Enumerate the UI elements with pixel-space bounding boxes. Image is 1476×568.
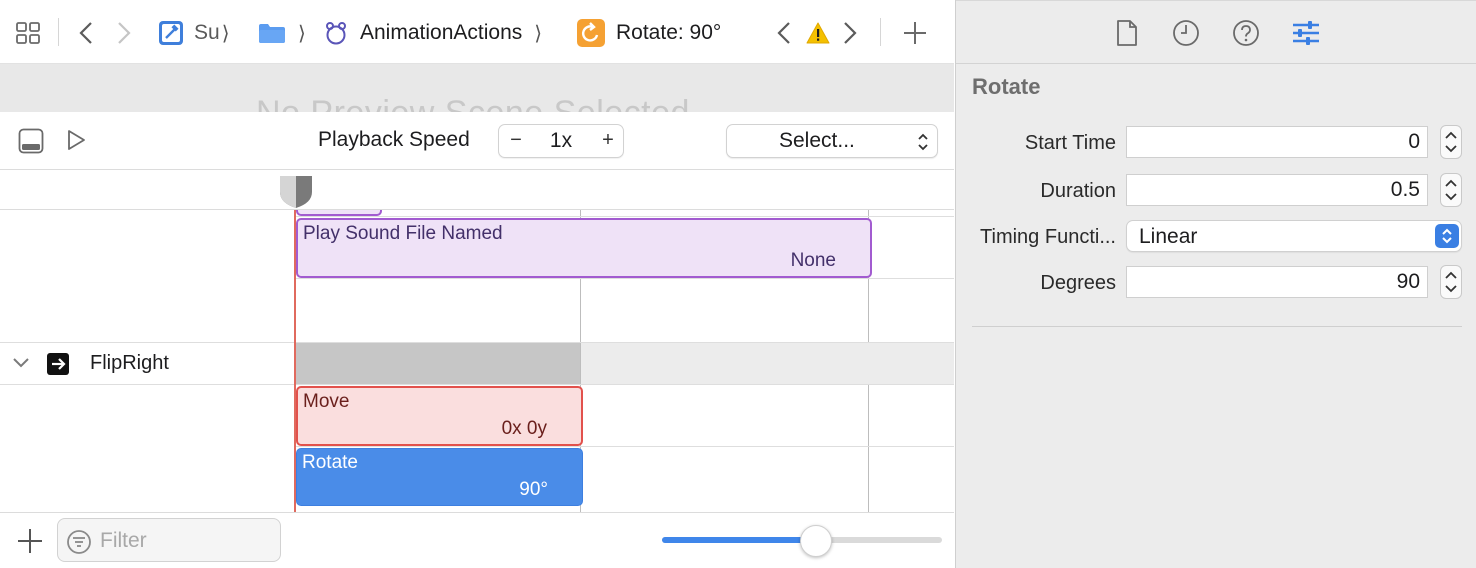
warning-triangle-icon[interactable] xyxy=(806,14,832,52)
previous-issue-chevron-icon[interactable] xyxy=(774,14,796,52)
document-icon xyxy=(1115,19,1139,47)
filter-icon xyxy=(66,529,92,555)
play-sound-value: None xyxy=(790,250,836,271)
breadcrumb-separator-icon: ⟩ xyxy=(221,22,230,45)
folder-icon xyxy=(258,21,286,45)
zoom-slider[interactable] xyxy=(662,525,942,557)
disclosure-chevron-down-icon[interactable] xyxy=(12,357,30,369)
add-action-button[interactable] xyxy=(16,527,44,555)
speed-increase-button[interactable]: + xyxy=(591,125,625,157)
degrees-label: Degrees xyxy=(1040,272,1116,294)
start-time-label: Start Time xyxy=(1024,132,1116,154)
popup-updown-chevron-icon xyxy=(1435,224,1459,248)
preview-panel-icon xyxy=(18,128,44,154)
attributes-inspector: Rotate Start Time 0 Duration 0.5 Timing … xyxy=(955,0,1476,568)
duration-field[interactable]: 0.5 xyxy=(1126,174,1428,206)
toggle-preview-button[interactable] xyxy=(18,128,44,154)
file-inspector-tab[interactable] xyxy=(1111,17,1143,49)
preview-placeholder-text: No Preview Scene Selected xyxy=(256,94,690,112)
clock-icon xyxy=(1172,19,1200,47)
rotate-action-block[interactable]: Rotate 90° xyxy=(296,448,583,506)
flipright-label: FlipRight xyxy=(90,352,169,374)
timing-function-popup[interactable]: Linear xyxy=(1126,220,1462,252)
flipright-group-row[interactable]: FlipRight xyxy=(0,343,294,384)
playback-speed-label: Playback Speed xyxy=(318,128,470,151)
scene-preview-area: No Preview Scene Selected xyxy=(0,64,954,112)
plus-icon xyxy=(16,527,44,555)
flipright-group-span xyxy=(295,343,580,384)
playback-speed-stepper: − 1x + xyxy=(498,124,624,158)
zoom-slider-knob[interactable] xyxy=(800,525,832,557)
degrees-field[interactable]: 90 xyxy=(1126,266,1428,298)
scene-select-popup[interactable]: Select... xyxy=(726,124,938,158)
play-button[interactable] xyxy=(64,128,88,152)
rotate-value: 90° xyxy=(519,479,548,500)
speed-value: 1x xyxy=(549,129,573,152)
breadcrumb-project-label: Su xyxy=(194,21,220,44)
duration-stepper[interactable] xyxy=(1440,173,1462,207)
jump-bar: Su ⟩ ⟩ AnimationActions ⟩ Rotate: 90° xyxy=(0,0,954,64)
filter-placeholder: Filter xyxy=(100,529,147,552)
forward-chevron-icon[interactable] xyxy=(114,14,136,52)
question-mark-icon xyxy=(1232,19,1260,47)
popup-updown-chevron-icon xyxy=(917,133,929,151)
start-time-stepper[interactable] xyxy=(1440,125,1462,159)
playhead-line xyxy=(294,210,296,512)
breadcrumb-animation-actions-label: AnimationActions xyxy=(360,21,523,44)
degrees-stepper[interactable] xyxy=(1440,265,1462,299)
next-issue-chevron-icon[interactable] xyxy=(840,14,862,52)
speed-decrease-button[interactable]: − xyxy=(499,125,533,157)
inspector-tab-bar xyxy=(956,0,1476,64)
timeline-ruler xyxy=(0,170,954,210)
inspector-section-title: Rotate xyxy=(972,74,1041,99)
breadcrumb-separator-icon: ⟩ xyxy=(298,22,306,45)
timeline-toolbar: Playback Speed − 1x + Select... xyxy=(0,112,954,170)
xcode-project-icon xyxy=(158,20,184,46)
playhead-handle[interactable] xyxy=(279,175,313,209)
breadcrumb-rotate-action-label: Rotate: 90° xyxy=(616,21,722,44)
action-file-icon xyxy=(324,21,348,45)
related-items-grid-icon[interactable] xyxy=(14,14,44,52)
back-chevron-icon[interactable] xyxy=(76,14,98,52)
timeline-bottom-bar: Filter xyxy=(0,512,954,568)
move-value: 0x 0y xyxy=(501,418,547,439)
breadcrumb-rotate-action[interactable]: Rotate: 90° xyxy=(576,14,721,52)
add-editor-plus-icon[interactable] xyxy=(902,14,930,52)
history-inspector-tab[interactable] xyxy=(1170,17,1202,49)
rotate-title: Rotate xyxy=(302,452,358,473)
duration-label: Duration xyxy=(1040,180,1116,202)
timing-function-value: Linear xyxy=(1139,225,1198,248)
sliders-icon xyxy=(1291,19,1321,47)
breadcrumb-animation-actions[interactable]: AnimationActions ⟩ xyxy=(324,14,542,52)
play-icon xyxy=(64,128,88,152)
flipright-group-empty xyxy=(581,343,954,384)
move-title: Move xyxy=(303,391,350,412)
filter-field[interactable]: Filter xyxy=(57,518,281,562)
breadcrumb-folder[interactable]: ⟩ xyxy=(258,14,306,52)
scene-select-label: Select... xyxy=(779,129,855,152)
inspector-divider xyxy=(972,326,1462,327)
rotate-action-icon xyxy=(576,18,606,48)
action-sequence-arrow-icon xyxy=(46,352,70,376)
move-action-block[interactable]: Move 0x 0y xyxy=(296,386,583,446)
play-sound-title: Play Sound File Named xyxy=(303,223,503,244)
timeline-tracks: FlipRight Play Sound File Named None Mov… xyxy=(0,210,954,512)
play-sound-action-block[interactable]: Play Sound File Named None xyxy=(296,218,872,278)
start-time-field[interactable]: 0 xyxy=(1126,126,1428,158)
help-inspector-tab[interactable] xyxy=(1230,17,1262,49)
zoom-slider-fill xyxy=(662,537,816,543)
action-block-partial[interactable] xyxy=(296,210,382,216)
breadcrumb-project[interactable]: Su ⟩ xyxy=(158,14,230,52)
breadcrumb-separator-icon: ⟩ xyxy=(534,22,543,45)
attributes-inspector-tab[interactable] xyxy=(1290,17,1322,49)
timing-function-label: Timing Functi... xyxy=(980,226,1116,248)
